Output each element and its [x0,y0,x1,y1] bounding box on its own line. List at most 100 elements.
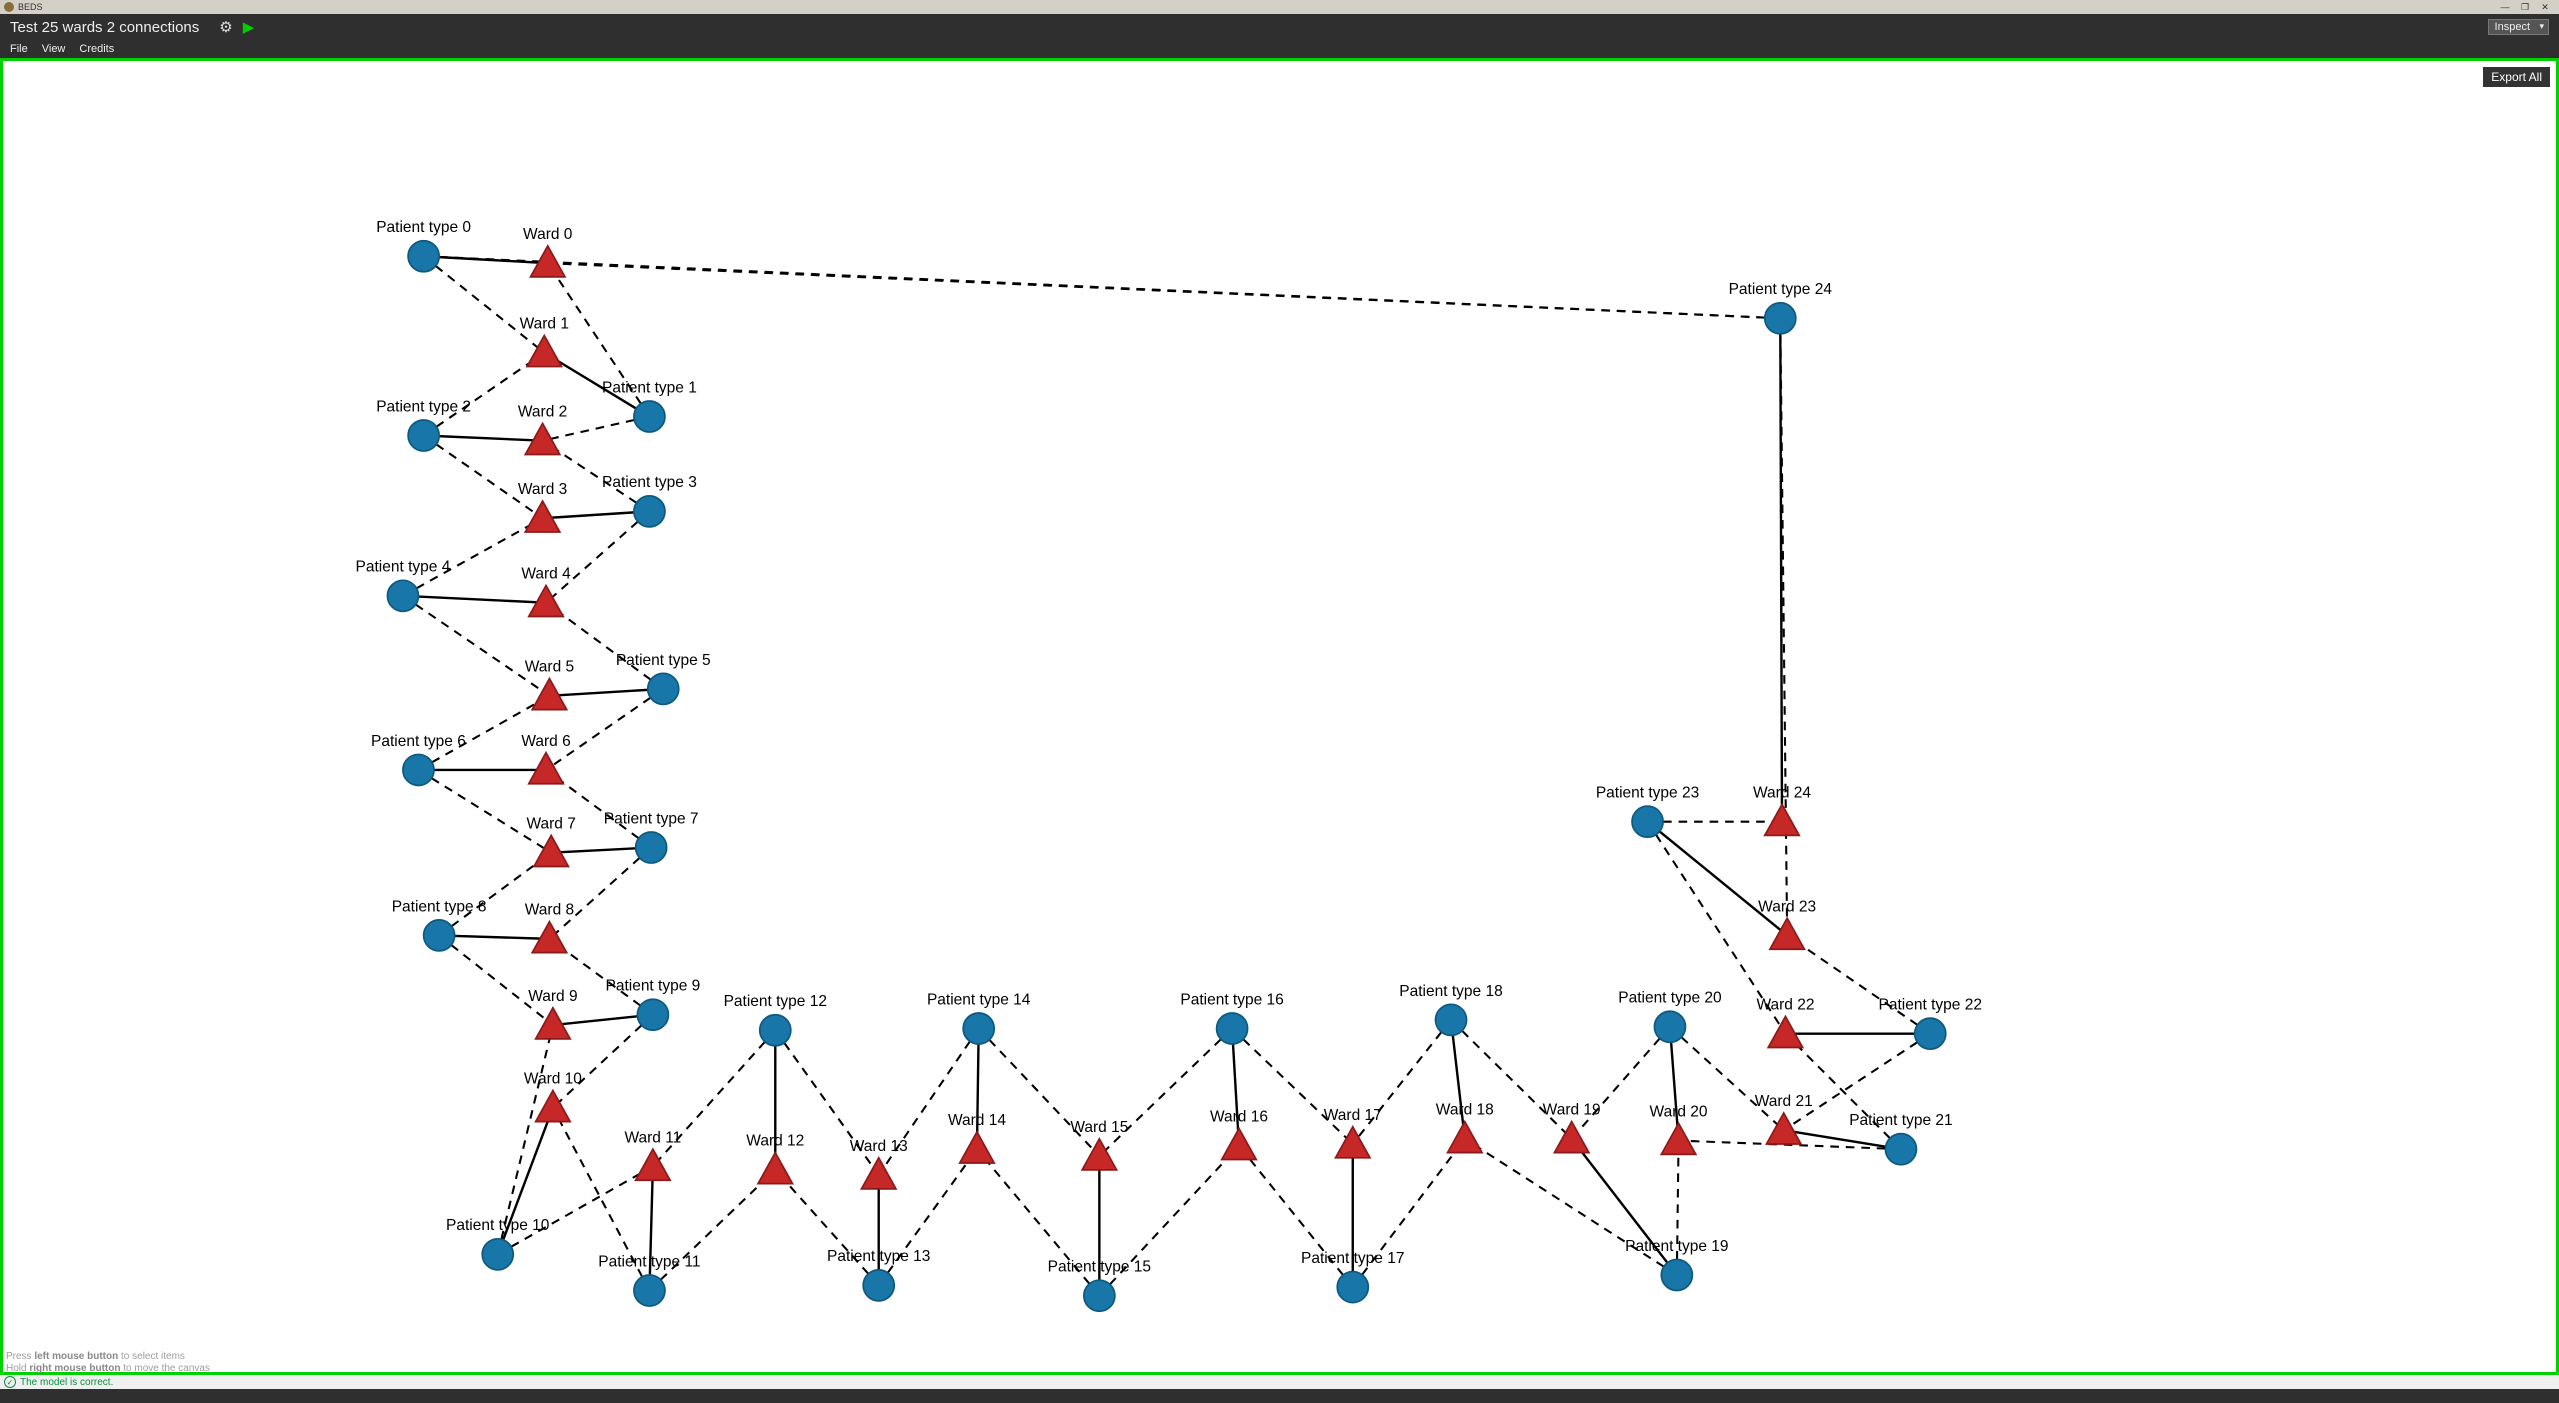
edge[interactable] [1670,1027,1679,1141]
edge[interactable] [1785,1034,1900,1149]
patient-node[interactable] [387,580,418,611]
edge[interactable] [553,1015,653,1108]
ward-node[interactable] [1765,804,1799,835]
ward-node[interactable] [532,922,566,953]
patient-label: Patient type 18 [1399,983,1502,1000]
edge[interactable] [439,935,549,938]
patient-node[interactable] [1661,1260,1692,1291]
edge[interactable] [649,1166,652,1290]
ward-node[interactable] [529,753,563,784]
patient-node[interactable] [1217,1013,1248,1044]
patient-node[interactable] [482,1239,513,1270]
inspect-dropdown[interactable]: Inspect [2488,19,2549,35]
edge[interactable] [424,256,545,353]
patient-node[interactable] [1654,1011,1685,1042]
play-icon[interactable]: ▶ [243,18,255,36]
check-icon: ✓ [4,1376,16,1388]
edge[interactable] [1232,1029,1239,1146]
patient-node[interactable] [760,1015,791,1046]
patient-node[interactable] [408,420,439,451]
ward-node[interactable] [1336,1127,1370,1158]
menu-view[interactable]: View [42,43,66,55]
edge[interactable] [1780,318,1782,821]
graph-svg[interactable]: Patient type 0Patient type 1Patient type… [3,61,2556,1372]
ward-label: Ward 7 [526,816,575,833]
ward-label: Ward 0 [523,226,573,243]
edge[interactable] [424,353,545,436]
edge[interactable] [549,689,663,696]
edge[interactable] [1648,822,1788,936]
minimize-button[interactable]: — [2495,2,2515,12]
patient-label: Patient type 16 [1180,991,1283,1008]
ward-node[interactable] [758,1153,792,1184]
patient-node[interactable] [637,999,668,1030]
edge[interactable] [1451,1020,1465,1139]
patient-label: Patient type 8 [392,898,487,915]
ward-node[interactable] [960,1132,994,1163]
edge[interactable] [649,1170,775,1291]
patient-node[interactable] [634,496,665,527]
menu-credits[interactable]: Credits [79,43,114,55]
ward-node[interactable] [1766,1113,1800,1144]
patient-node[interactable] [403,754,434,785]
patient-node[interactable] [1915,1018,1946,1049]
patient-node[interactable] [1337,1272,1368,1303]
edge[interactable] [403,518,543,596]
ward-node[interactable] [861,1158,895,1189]
ward-node[interactable] [536,1091,570,1122]
ward-label: Ward 22 [1756,997,1814,1014]
edge[interactable] [979,1029,1100,1157]
patient-node[interactable] [1885,1134,1916,1165]
export-all-button[interactable]: Export All [2483,67,2550,87]
edge[interactable] [1572,1027,1670,1139]
ward-node[interactable] [1448,1122,1482,1153]
edge[interactable] [1232,1029,1353,1144]
app-icon [4,2,14,12]
patient-node[interactable] [863,1270,894,1301]
patient-label: Patient type 4 [356,559,451,576]
canvas[interactable]: Export All Patient type 0Patient type 1P… [0,58,2559,1375]
edge[interactable] [1099,1029,1232,1157]
ward-node[interactable] [1661,1123,1695,1154]
maximize-button[interactable]: ❐ [2515,2,2535,13]
ward-label: Ward 9 [528,988,577,1005]
patient-node[interactable] [636,832,667,863]
edge[interactable] [424,436,543,519]
edge[interactable] [403,596,550,696]
ward-label: Ward 17 [1324,1107,1382,1124]
edge[interactable] [424,436,543,441]
patient-node[interactable] [648,673,679,704]
edge[interactable] [1353,1020,1451,1144]
patient-node[interactable] [424,920,455,951]
patient-node[interactable] [634,401,665,432]
patient-label: Patient type 19 [1625,1238,1728,1255]
edge[interactable] [424,256,1781,318]
ward-label: Ward 8 [525,902,574,919]
patient-node[interactable] [634,1275,665,1306]
patient-node[interactable] [963,1013,994,1044]
edge[interactable] [498,1166,653,1254]
edge[interactable] [403,596,546,603]
ward-node[interactable] [1222,1128,1256,1159]
edge[interactable] [1787,935,1930,1033]
document-title: Test 25 wards 2 connections [10,19,199,36]
edge[interactable] [548,263,1781,318]
ward-node[interactable] [527,336,561,367]
close-button[interactable]: ✕ [2535,2,2555,13]
patient-node[interactable] [1084,1280,1115,1311]
patient-node[interactable] [1436,1004,1467,1035]
patient-node[interactable] [1765,303,1796,334]
edge[interactable] [546,689,663,770]
patient-node[interactable] [1632,806,1663,837]
ward-node[interactable] [636,1149,670,1180]
menu-file[interactable]: File [10,43,28,55]
gear-icon[interactable]: ⚙ [219,18,232,36]
edge[interactable] [546,511,649,602]
ward-node[interactable] [1768,1016,1802,1047]
ward-node[interactable] [1770,918,1804,949]
ward-label: Ward 10 [524,1071,582,1088]
patient-label: Patient type 10 [446,1217,550,1234]
patient-node[interactable] [408,241,439,272]
patient-label: Patient type 6 [371,733,466,750]
edge[interactable] [1451,1020,1572,1139]
